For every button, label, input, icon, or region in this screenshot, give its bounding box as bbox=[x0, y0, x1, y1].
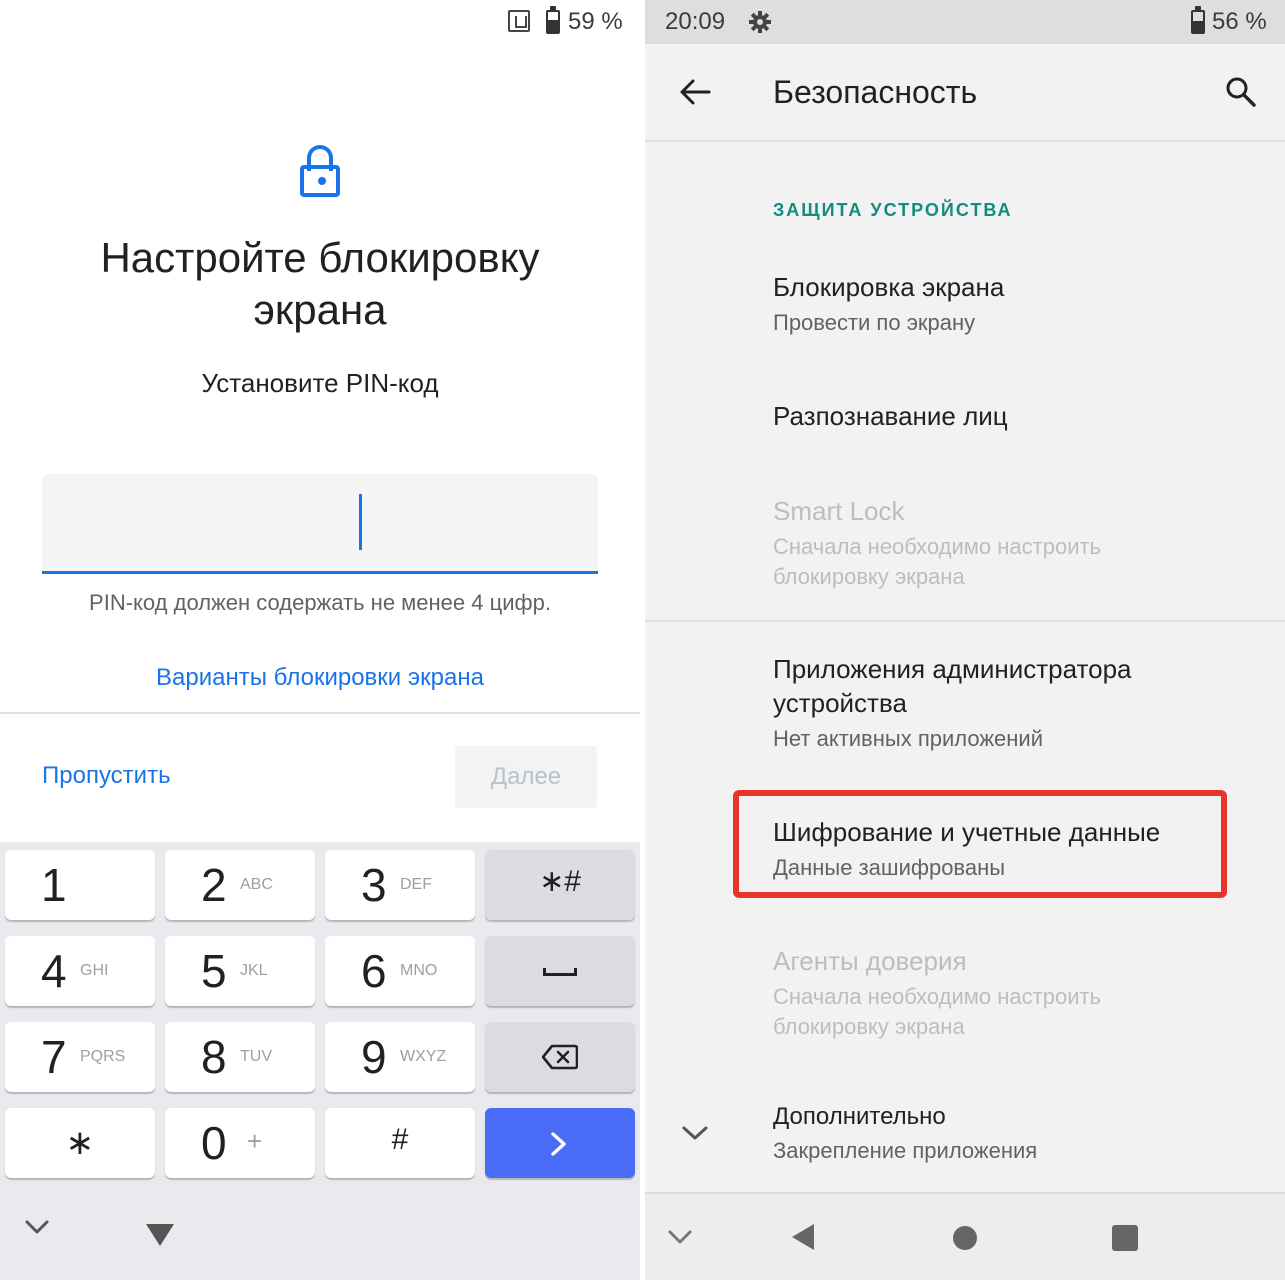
next-button[interactable]: Далее bbox=[455, 746, 597, 808]
key-hash[interactable]: # bbox=[325, 1108, 475, 1178]
key-letters: DEF bbox=[400, 876, 432, 893]
key-2[interactable]: 2 ABC bbox=[165, 850, 315, 920]
divider bbox=[645, 620, 1285, 622]
key-digit: 1 bbox=[41, 859, 67, 911]
nfc-icon bbox=[508, 10, 530, 32]
key-letters: + bbox=[247, 1126, 263, 1156]
key-backspace[interactable] bbox=[485, 1022, 635, 1092]
security-settings-screen: 20:09 56 % Безопасность ЗАЩИТА УСТРОЙСТВ… bbox=[645, 0, 1285, 1280]
space-icon bbox=[543, 968, 577, 976]
setting-subtitle: Сначала необходимо настроить блокировку … bbox=[773, 534, 1102, 589]
key-digit: 5 bbox=[201, 945, 227, 997]
key-star-hash[interactable]: ∗# bbox=[485, 850, 635, 920]
section-header: ЗАЩИТА УСТРОЙСТВА bbox=[773, 200, 1013, 220]
key-digit: 8 bbox=[201, 1031, 227, 1083]
setting-title: Smart Lock bbox=[773, 496, 905, 526]
lock-icon bbox=[300, 145, 340, 197]
backspace-icon bbox=[542, 1044, 578, 1070]
recents-square-icon[interactable] bbox=[1111, 1224, 1139, 1252]
key-digit: 7 bbox=[41, 1031, 67, 1083]
key-symbol: ∗# bbox=[539, 865, 581, 898]
setting-title: Дополнительно bbox=[773, 1103, 946, 1130]
setting-subtitle: Закрепление приложения bbox=[773, 1138, 1038, 1163]
numeric-keyboard: 1 2 ABC 3 DEF ∗# 4 GHI 5 JKL 6 MNO 7 PQRS 8 TUV… bbox=[0, 842, 640, 1280]
status-bar: 59 % bbox=[0, 0, 640, 44]
key-0[interactable]: 0 + bbox=[165, 1108, 315, 1178]
key-4[interactable]: 4 GHI bbox=[5, 936, 155, 1006]
chevron-right-icon bbox=[551, 1132, 566, 1156]
key-digit: 6 bbox=[361, 945, 387, 997]
system-nav-bar bbox=[645, 1194, 1285, 1280]
chevron-down-icon bbox=[682, 1126, 708, 1140]
clock: 20:09 bbox=[665, 8, 726, 35]
page-title: Безопасность bbox=[773, 74, 978, 110]
key-letters: MNO bbox=[400, 962, 438, 979]
key-digit: 2 bbox=[201, 859, 227, 911]
key-5[interactable]: 5 JKL bbox=[165, 936, 315, 1006]
battery-level: 59 % bbox=[568, 8, 623, 35]
key-1[interactable]: 1 bbox=[5, 850, 155, 920]
chevron-down-icon[interactable] bbox=[24, 1218, 50, 1236]
battery-level: 56 % bbox=[1212, 8, 1267, 35]
key-letters: ABC bbox=[240, 876, 273, 893]
setting-subtitle: Нет активных приложений bbox=[773, 726, 1044, 751]
gear-icon bbox=[749, 11, 771, 33]
key-space[interactable] bbox=[485, 936, 635, 1006]
setting-subtitle: Сначала необходимо настроить блокировку … bbox=[773, 984, 1102, 1039]
battery-icon bbox=[546, 6, 560, 34]
key-6[interactable]: 6 MNO bbox=[325, 936, 475, 1006]
setting-title: Разпознавание лиц bbox=[773, 401, 1008, 431]
key-symbol: ∗ bbox=[65, 1124, 95, 1162]
key-digit: 4 bbox=[41, 945, 67, 997]
key-letters: TUV bbox=[240, 1048, 272, 1065]
setting-title: Блокировка экрана bbox=[773, 272, 1005, 302]
key-digit: 9 bbox=[361, 1031, 387, 1083]
key-7[interactable]: 7 PQRS bbox=[5, 1022, 155, 1092]
lock-options-link[interactable]: Варианты блокировки экрана bbox=[20, 664, 620, 692]
skip-button[interactable]: Пропустить bbox=[42, 762, 171, 790]
status-bar: 20:09 56 % bbox=[645, 0, 1285, 44]
key-digit: 0 bbox=[201, 1117, 227, 1169]
key-star[interactable]: ∗ bbox=[5, 1108, 155, 1178]
key-enter[interactable] bbox=[485, 1108, 635, 1178]
key-digit: 3 bbox=[361, 859, 387, 911]
pin-input[interactable] bbox=[42, 474, 598, 574]
chevron-down-icon[interactable] bbox=[667, 1228, 693, 1246]
key-letters: JKL bbox=[240, 962, 268, 979]
highlight-box bbox=[733, 790, 1227, 898]
search-icon[interactable] bbox=[1225, 76, 1257, 108]
battery-icon bbox=[1191, 6, 1205, 34]
app-toolbar: Безопасность bbox=[645, 44, 1285, 142]
hide-keyboard-icon[interactable] bbox=[144, 1222, 176, 1248]
key-8[interactable]: 8 TUV bbox=[165, 1022, 315, 1092]
back-arrow-icon[interactable] bbox=[679, 78, 711, 106]
divider bbox=[0, 712, 640, 714]
page-subtitle: Установите PIN-код bbox=[201, 368, 439, 398]
key-9[interactable]: 9 WXYZ bbox=[325, 1022, 475, 1092]
home-circle-icon[interactable] bbox=[951, 1224, 979, 1252]
key-3[interactable]: 3 DEF bbox=[325, 850, 475, 920]
back-triangle-icon[interactable] bbox=[790, 1222, 816, 1252]
key-letters: WXYZ bbox=[400, 1048, 447, 1065]
key-symbol: # bbox=[391, 1123, 409, 1156]
lock-setup-screen: 59 % Настройте блокировку экрана Установ… bbox=[0, 0, 640, 1280]
setting-title: Агенты доверия bbox=[773, 946, 967, 976]
setting-subtitle: Провести по экрану bbox=[773, 310, 976, 335]
page-title: Настройте блокировку экрана bbox=[100, 234, 540, 333]
key-letters: GHI bbox=[80, 962, 109, 979]
pin-hint: PIN-код должен содержать не менее 4 цифр… bbox=[89, 590, 551, 615]
key-letters: PQRS bbox=[80, 1048, 126, 1065]
setting-title: Приложения администратора устройства bbox=[773, 654, 1132, 718]
